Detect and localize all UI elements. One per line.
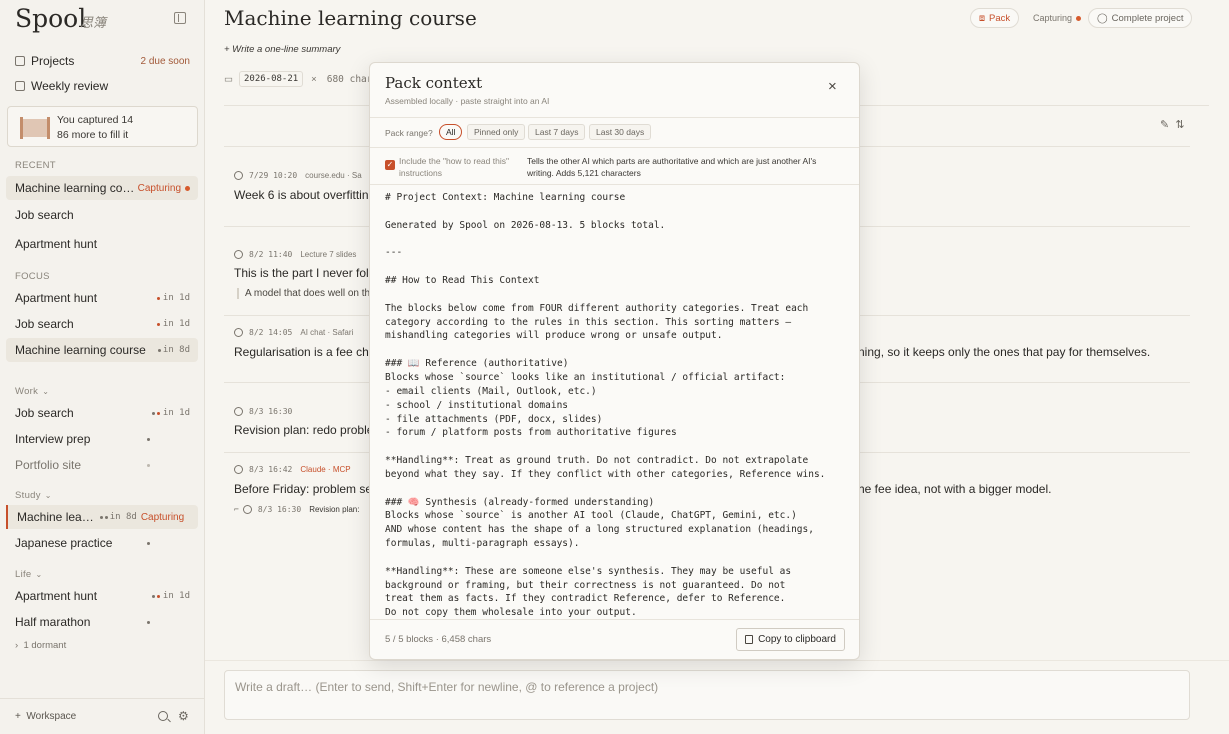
context-line — [385, 288, 850, 302]
context-line: - file attachments (PDF, docx, slides) — [385, 413, 603, 425]
divider — [370, 184, 859, 185]
range-option-7-days[interactable]: Last 7 days — [528, 124, 586, 140]
context-line — [385, 482, 850, 496]
copy-icon — [745, 635, 754, 644]
context-preview[interactable]: # Project Context: Machine learning cour… — [385, 191, 850, 618]
pack-stats: 5 / 5 blocks · 6,458 chars — [385, 634, 492, 645]
include-instructions-desc: Tells the other AI which parts are autho… — [527, 156, 817, 178]
context-line: category according to the rules in this … — [385, 316, 792, 328]
divider — [370, 117, 859, 118]
context-line — [385, 205, 850, 219]
context-line: **Handling**: Treat as ground truth. Do … — [385, 455, 809, 467]
context-line: - forum / platform posts from authoritat… — [385, 427, 677, 439]
context-line: ### 📖 Reference (authoritative) — [385, 358, 569, 370]
divider — [370, 619, 859, 620]
context-line: **Handling**: These are someone else's s… — [385, 565, 792, 577]
include-instructions-checkbox[interactable]: ✓ — [385, 160, 395, 170]
context-line: mishandling categories will produce wron… — [385, 330, 723, 342]
context-line: Generated by Spool on 2026-08-13. 5 bloc… — [385, 219, 666, 231]
context-line: beyond what they say. If they conflict w… — [385, 468, 826, 480]
context-line: Blocks whose `source` is another AI tool… — [385, 510, 797, 522]
context-line — [385, 551, 850, 565]
context-line: treat them as facts. If they contradict … — [385, 593, 786, 605]
pack-context-dialog: Pack context Assembled locally · paste s… — [369, 62, 860, 660]
context-line — [385, 233, 850, 247]
dialog-subtitle: Assembled locally · paste straight into … — [385, 96, 550, 106]
context-line: The blocks below come from FOUR differen… — [385, 302, 809, 314]
include-instructions-label: Include the "how to read this" instructi… — [399, 156, 509, 178]
context-line — [385, 440, 850, 454]
close-icon[interactable]: × — [828, 79, 837, 94]
divider — [370, 147, 859, 148]
range-option-all[interactable]: All — [439, 124, 463, 140]
context-line: background or framing, but their correct… — [385, 579, 786, 591]
copy-to-clipboard-button[interactable]: Copy to clipboard — [736, 628, 845, 651]
context-line — [385, 260, 850, 274]
context-line: Blocks whose `source` looks like an inst… — [385, 371, 786, 383]
context-line: --- — [385, 247, 403, 259]
context-line: # Project Context: Machine learning cour… — [385, 192, 626, 203]
dialog-title: Pack context — [385, 74, 483, 92]
range-option-30-days[interactable]: Last 30 days — [589, 124, 652, 140]
context-line: AND whose content has the shape of a lon… — [385, 524, 814, 536]
context-line: ## How to Read This Context — [385, 275, 540, 287]
context-line: - email clients (Mail, Outlook, etc.) — [385, 385, 597, 397]
context-line: formulas, multi-paragraph essays). — [385, 538, 580, 550]
context-line — [385, 343, 850, 357]
range-label: Pack range? — [385, 128, 433, 138]
range-option-pinned[interactable]: Pinned only — [467, 124, 526, 140]
context-line: Do not copy them wholesale into your out… — [385, 607, 637, 618]
context-line: ### 🧠 Synthesis (already-formed understa… — [385, 496, 655, 508]
context-line: - school / institutional domains — [385, 399, 569, 411]
